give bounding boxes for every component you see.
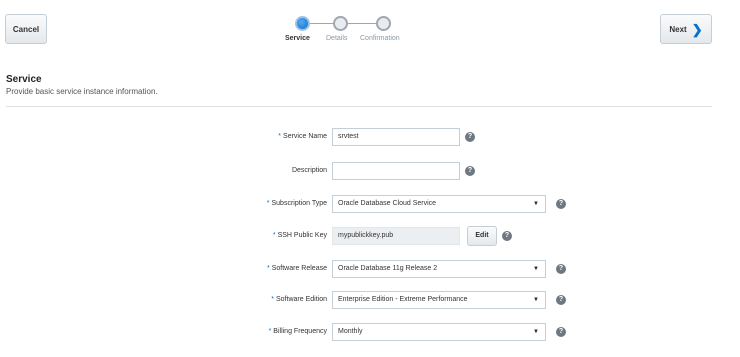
software-release-select[interactable]: Oracle Database 11g Release 2 ▼ [332,260,546,278]
question-circle-icon[interactable]: ? [556,264,566,274]
question-circle-icon[interactable]: ? [556,327,566,337]
service-name-label: * Service Name [278,133,327,140]
section-description: Provide basic service instance informati… [6,87,158,96]
ssh-public-key-field: mypublickkey.pub [332,227,460,245]
train-label-service[interactable]: Service [285,35,310,42]
row-ssh-public-key: * SSH Public Key mypublickkey.pub Edit ? [0,226,740,246]
required-marker: * [271,296,275,303]
progress-train: Service Details Confirmation [285,13,430,47]
question-circle-icon[interactable]: ? [502,231,512,241]
software-edition-label: * Software Edition [271,296,327,303]
row-software-release: * Software Release Oracle Database 11g Re… [0,260,740,278]
next-label: Next [669,24,687,34]
train-label-details[interactable]: Details [326,35,347,42]
train-stop-confirmation[interactable] [376,16,391,31]
train-stop-details[interactable] [333,16,348,31]
section-divider [6,106,712,107]
required-marker: * [266,200,270,207]
question-circle-icon[interactable]: ? [556,295,566,305]
ssh-public-key-label: * SSH Public Key [272,232,327,239]
billing-frequency-label: * Billing Frequency [268,328,327,335]
train-label-confirmation[interactable]: Confirmation [360,35,400,42]
row-service-name: * Service Name srvtest ? [0,128,740,146]
chevron-right-icon: ❯ [691,21,703,37]
section-title: Service [6,74,42,85]
required-marker: * [268,328,272,335]
question-circle-icon[interactable]: ? [465,166,475,176]
caret-down-icon: ▼ [533,201,539,207]
required-marker: * [267,265,270,272]
train-connector [348,23,376,24]
row-description: Description ? [0,162,740,180]
cancel-button[interactable]: Cancel [5,14,47,44]
software-edition-value: Enterprise Edition - Extreme Performance [338,296,468,303]
row-subscription-type: * Subscription Type Oracle Database Cloud… [0,195,740,213]
required-marker: * [278,133,282,140]
service-name-input[interactable]: srvtest [332,128,460,146]
cancel-label: Cancel [12,24,40,34]
description-input[interactable] [332,162,460,180]
caret-down-icon: ▼ [533,266,539,272]
software-edition-select[interactable]: Enterprise Edition - Extreme Performance… [332,291,546,309]
billing-frequency-select[interactable]: Monthly ▼ [332,323,546,341]
question-circle-icon[interactable]: ? [556,199,566,209]
billing-frequency-value: Monthly [338,328,363,335]
description-label: Description [291,167,327,174]
software-release-label: * Software Release [267,265,327,272]
edit-ssh-key-button[interactable]: Edit [467,226,497,246]
train-stop-service[interactable] [295,16,310,31]
question-circle-icon[interactable]: ? [465,132,475,142]
subscription-type-select[interactable]: Oracle Database Cloud Service ▼ [332,195,546,213]
next-button[interactable]: Next ❯ [660,14,712,44]
caret-down-icon: ▼ [533,329,539,335]
subscription-type-label: * Subscription Type [266,200,327,207]
caret-down-icon: ▼ [533,297,539,303]
subscription-type-value: Oracle Database Cloud Service [338,200,437,207]
row-software-edition: * Software Edition Enterprise Edition - E… [0,291,740,309]
row-billing-frequency: * Billing Frequency Monthly ▼ ? [0,323,740,341]
software-release-value: Oracle Database 11g Release 2 [338,265,438,272]
train-connector [310,23,333,24]
required-marker: * [272,232,276,239]
